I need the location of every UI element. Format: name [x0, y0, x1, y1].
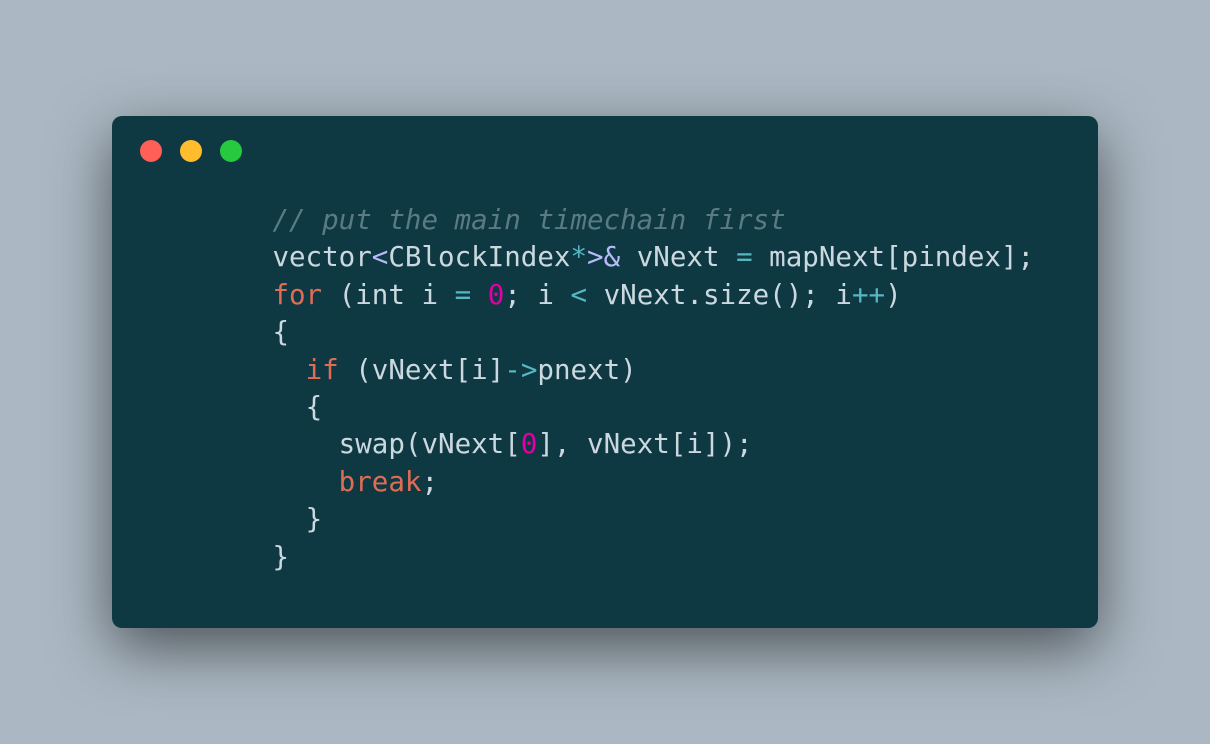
code-token: vNext: [620, 241, 736, 273]
code-token: &: [604, 241, 621, 273]
code-line: {: [140, 389, 1070, 426]
code-line: // put the main timechain first: [140, 202, 1070, 239]
code-token: break: [339, 466, 422, 498]
code-token: (vNext[i]: [339, 354, 505, 386]
code-token: i: [405, 279, 455, 311]
code-token: >: [587, 241, 604, 273]
code-token: (: [322, 279, 355, 311]
code-line: {: [140, 314, 1070, 351]
code-token: 0: [488, 279, 505, 311]
code-token: for: [272, 279, 322, 311]
code-token: vector: [272, 241, 371, 273]
code-token: 0: [521, 428, 538, 460]
code-token: =: [455, 279, 472, 311]
close-icon[interactable]: [140, 140, 162, 162]
code-token: ], vNext[i]);: [537, 428, 752, 460]
code-token: ; i: [504, 279, 570, 311]
code-block: // put the main timechain firstvector<CB…: [112, 174, 1098, 576]
code-token: ++: [852, 279, 885, 311]
code-line: break;: [140, 464, 1070, 501]
code-window: // put the main timechain firstvector<CB…: [112, 116, 1098, 628]
code-token: ->: [504, 354, 537, 386]
code-token: }: [272, 541, 289, 573]
code-token: vNext.size(); i: [587, 279, 852, 311]
code-token: ): [885, 279, 902, 311]
code-token: <: [372, 241, 389, 273]
code-token: swap(vNext[: [339, 428, 521, 460]
code-token: =: [736, 241, 753, 273]
code-line: if (vNext[i]->pnext): [140, 352, 1070, 389]
code-token: *: [570, 241, 587, 273]
code-token: [471, 279, 488, 311]
code-token: pnext): [537, 354, 636, 386]
minimize-icon[interactable]: [180, 140, 202, 162]
code-token: CBlockIndex: [388, 241, 570, 273]
code-token: // put the main timechain first: [272, 204, 785, 236]
code-line: vector<CBlockIndex*>& vNext = mapNext[pi…: [140, 239, 1070, 276]
zoom-icon[interactable]: [220, 140, 242, 162]
code-token: mapNext[pindex];: [753, 241, 1034, 273]
code-token: <: [571, 279, 588, 311]
code-token: ;: [421, 466, 438, 498]
code-line: swap(vNext[0], vNext[i]);: [140, 426, 1070, 463]
code-line: for (int i = 0; i < vNext.size(); i++): [140, 277, 1070, 314]
code-token: {: [306, 391, 323, 423]
code-line: }: [140, 501, 1070, 538]
code-line: }: [140, 539, 1070, 576]
code-token: int: [355, 279, 405, 311]
code-token: if: [306, 354, 339, 386]
window-controls: [112, 140, 1098, 174]
code-token: }: [306, 503, 323, 535]
code-token: {: [272, 316, 289, 348]
